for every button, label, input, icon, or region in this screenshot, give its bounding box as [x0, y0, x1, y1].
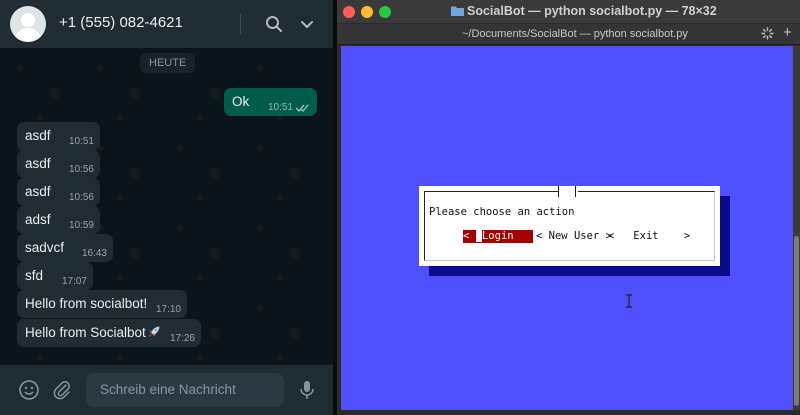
- new-user-button[interactable]: < New User >: [536, 230, 612, 243]
- default-avatar-icon: [14, 13, 42, 42]
- message-text: asdf: [25, 128, 51, 143]
- message-bubble-incoming[interactable]: sfd 17:07: [17, 262, 93, 290]
- message-bubble-incoming[interactable]: sadvcf 16:43: [17, 234, 113, 262]
- message-time: 10:51: [68, 136, 94, 147]
- search-icon[interactable]: [264, 14, 284, 34]
- message-text: sfd: [25, 268, 44, 283]
- button-label: New User: [548, 230, 600, 242]
- close-window-button[interactable]: [343, 6, 355, 18]
- title-bar: SocialBot — python socialbot.py — 78×32: [337, 0, 800, 23]
- scrollbar-thumb[interactable]: [794, 236, 799, 406]
- message-list[interactable]: HEUTE Ok 10:51 asdf 10:51 asdf 10:56 asd…: [0, 48, 333, 365]
- whatsapp-window: +1 (555) 082-4621 HEUTE Ok 10:51 asdf 10…: [0, 0, 333, 415]
- message-bubble-incoming[interactable]: Hello from socialbot! 17:10: [17, 290, 187, 318]
- button-bracket: >: [683, 230, 691, 242]
- dialog-prompt: Please choose an action: [429, 206, 575, 218]
- avatar[interactable]: [10, 6, 46, 42]
- message-time: 10:59: [68, 220, 94, 231]
- emoji-icon[interactable]: [18, 379, 40, 401]
- message-input[interactable]: Schreib eine Nachricht: [86, 373, 284, 407]
- button-bracket: <: [536, 230, 543, 242]
- tab-bar: ~/Documents/SocialBot — python socialbot…: [337, 23, 800, 45]
- contact-name[interactable]: +1 (555) 082-4621: [59, 14, 183, 31]
- message-time: 10:56: [68, 192, 94, 203]
- message-bubble-outgoing[interactable]: Ok 10:51: [224, 88, 317, 116]
- attach-icon[interactable]: [51, 379, 73, 401]
- compose-bar: Schreib eine Nachricht: [0, 365, 333, 415]
- message-time: 10:56: [68, 164, 94, 175]
- terminal-window: SocialBot — python socialbot.py — 78×32 …: [337, 0, 800, 415]
- message-text: Hello from socialbot!: [25, 296, 148, 311]
- action-dialog: Please choose an action < Login > < New …: [419, 186, 720, 266]
- tab-label[interactable]: ~/Documents/SocialBot — python socialbot…: [462, 28, 688, 40]
- message-time: 17:26: [169, 333, 195, 344]
- date-chip: HEUTE: [140, 53, 196, 73]
- message-time: 17:07: [61, 276, 87, 287]
- message-time: 17:10: [155, 304, 181, 315]
- message-time: 10:51: [267, 102, 293, 113]
- read-receipt-icon: [296, 104, 309, 112]
- message-bubble-incoming[interactable]: asdf 10:51: [17, 122, 100, 150]
- login-button[interactable]: < Login >: [463, 230, 539, 243]
- button-label: Login: [481, 230, 514, 242]
- message-time: 16:43: [81, 248, 107, 259]
- folder-icon: [451, 6, 464, 16]
- message-bubble-incoming[interactable]: asdf 10:56: [17, 178, 100, 206]
- message-text: Hello from Socialbot: [25, 325, 146, 340]
- new-tab-button[interactable]: +: [783, 25, 792, 40]
- button-label: Exit: [633, 230, 659, 242]
- text-cursor-icon: [626, 294, 632, 308]
- window-title: SocialBot — python socialbot.py — 78×32: [467, 4, 717, 18]
- message-text: sadvcf: [25, 240, 65, 255]
- header-divider: [240, 14, 241, 34]
- microphone-icon[interactable]: [296, 379, 318, 401]
- chat-header: +1 (555) 082-4621: [0, 0, 333, 48]
- rocket-emoji-icon: [148, 326, 160, 337]
- message-text: adsf: [25, 212, 51, 227]
- terminal-screen[interactable]: Please choose an action < Login > < New …: [341, 46, 793, 410]
- message-bubble-incoming[interactable]: asdf 10:56: [17, 150, 100, 178]
- button-bracket: <: [608, 230, 615, 242]
- message-text: Ok: [232, 94, 250, 109]
- chevron-down-icon[interactable]: [297, 14, 317, 34]
- message-text: asdf: [25, 184, 51, 199]
- exit-button[interactable]: < Exit >: [608, 230, 690, 243]
- message-bubble-incoming[interactable]: adsf 10:59: [17, 206, 100, 234]
- dialog-frame: [424, 186, 715, 261]
- button-bracket: <: [463, 230, 470, 242]
- zoom-window-button[interactable]: [379, 6, 391, 18]
- minimize-window-button[interactable]: [361, 6, 373, 18]
- message-text: asdf: [25, 156, 51, 171]
- message-bubble-incoming[interactable]: Hello from Socialbot 17:26: [17, 319, 201, 347]
- activity-spinner-icon: [761, 27, 774, 40]
